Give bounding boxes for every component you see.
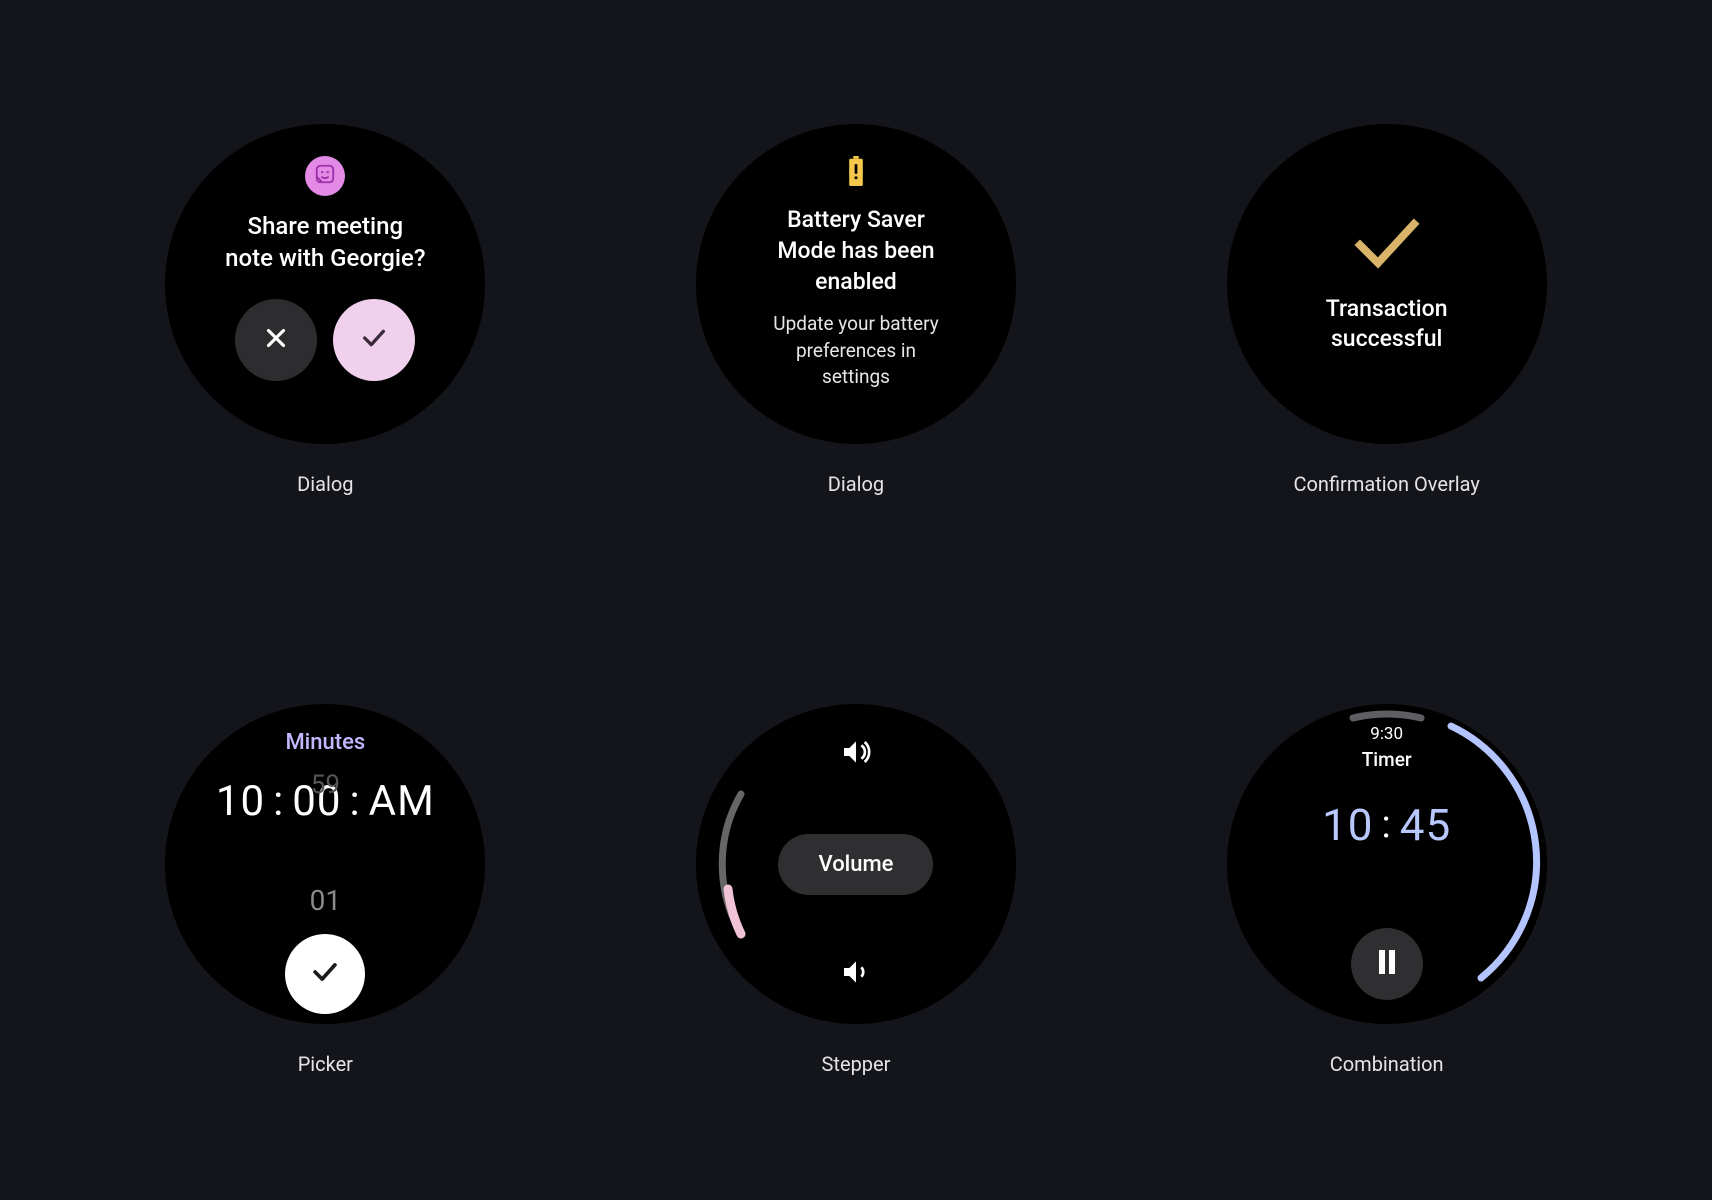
confirmation-text: Transactionsuccessful [1326,294,1448,354]
picker-ampm[interactable]: AM [369,777,435,826]
watch-face-picker[interactable]: Minutes 59 10 : 00 : AM 01 [165,704,485,1024]
cancel-button[interactable] [235,299,317,381]
dialog-title: Share meetingnote with Georgie? [225,210,425,275]
watch-face-dialog-battery: Battery SaverMode has beenenabled Update… [696,124,1016,444]
watch-face-confirmation: Transactionsuccessful [1227,124,1547,444]
picker-hour[interactable]: 10 [216,777,265,826]
watch-face-dialog-share: Share meetingnote with Georgie? [165,124,485,444]
dialog-subtitle: Update your batterypreferences insetting… [773,311,938,391]
pause-icon [1375,948,1399,980]
check-icon [358,322,390,358]
confirm-button[interactable] [333,299,415,381]
picker-ghost-above: 59 [311,770,340,800]
volume-down-icon[interactable] [840,956,872,992]
picker-ghost-below: 01 [310,884,341,917]
caption: Combination [1330,1052,1444,1076]
screen-title: Timer [1362,748,1412,771]
battery-alert-icon [847,156,865,190]
caption: Confirmation Overlay [1293,472,1479,496]
pause-button[interactable] [1351,928,1423,1000]
timer-display: 10 : 45 [1322,799,1451,851]
close-icon [261,323,291,357]
dialog-title: Battery SaverMode has beenenabled [777,204,934,297]
timer-minutes: 10 [1322,799,1373,851]
dialog-battery-cell: Battery SaverMode has beenenabled Update… [611,50,1102,570]
caption: Dialog [297,472,353,496]
colon: : [273,777,284,826]
colon: : [1382,803,1392,847]
app-icon-circle [305,156,345,196]
check-icon [308,955,342,993]
dialog-actions [235,299,415,381]
volume-up-icon[interactable] [840,736,872,772]
caption: Picker [298,1052,353,1076]
confirm-button[interactable] [285,934,365,1014]
timer-seconds: 45 [1400,799,1451,851]
status-time: 9:30 [1370,724,1403,744]
stepper-cell: Volume Stepper [611,630,1102,1150]
sticker-icon [314,163,336,189]
colon: : [350,777,361,826]
caption: Stepper [822,1052,891,1076]
watch-face-stepper: Volume [696,704,1016,1024]
combination-cell: 9:30 Timer 10 : 45 Combination [1141,630,1632,1150]
picker-cell: Minutes 59 10 : 00 : AM 01 Picker [80,630,571,1150]
check-icon [1351,214,1423,274]
picker-label: Minutes [285,730,365,755]
confirmation-overlay-cell: Transactionsuccessful Confirmation Overl… [1141,50,1632,570]
caption: Dialog [828,472,884,496]
dialog-share-cell: Share meetingnote with Georgie? Dialog [80,50,571,570]
watch-face-combination: 9:30 Timer 10 : 45 [1227,704,1547,1024]
